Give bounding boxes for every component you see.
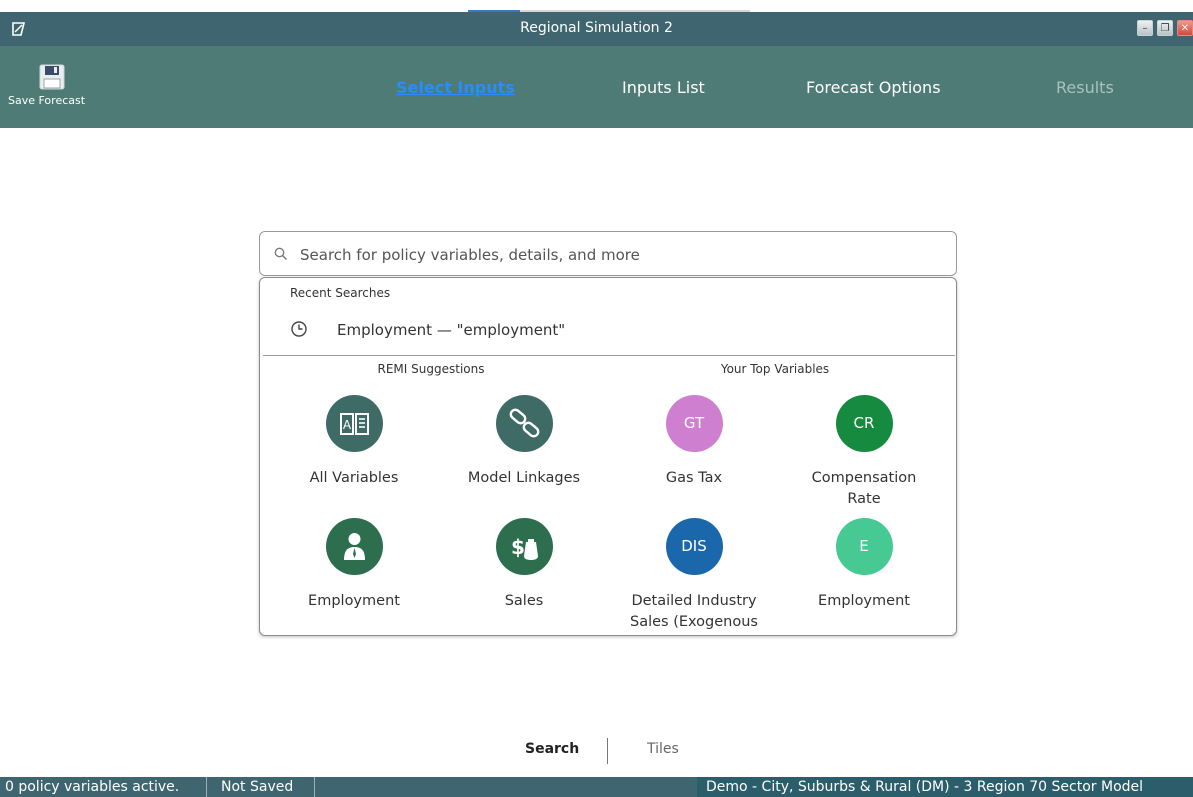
tab-results[interactable]: Results (1056, 78, 1114, 97)
recent-search-text: Employment — "employment" (337, 321, 566, 339)
active-variables-status: 0 policy variables active. (5, 779, 180, 795)
top-variables-heading: Your Top Variables (720, 362, 830, 376)
clock-icon (291, 321, 307, 337)
save-forecast-button[interactable]: Save Forecast (8, 64, 103, 107)
tile-label: Employment (818, 593, 910, 609)
restore-button[interactable]: ❐ (1157, 20, 1173, 36)
dropdown-divider (263, 355, 955, 356)
model-status: Demo - City, Suburbs & Rural (DM) - 3 Re… (697, 777, 1193, 797)
save-forecast-label: Save Forecast (8, 94, 86, 107)
tile-label: Employment (308, 593, 400, 609)
employment-badge: E (835, 518, 893, 575)
tile-label: Sales (504, 593, 544, 609)
tab-search[interactable]: Search (525, 741, 579, 757)
link-icon (495, 395, 553, 452)
tile-employment-variable[interactable]: E Employment (784, 518, 944, 612)
save-status: Not Saved (221, 779, 294, 795)
compensation-rate-badge: CR (835, 395, 893, 452)
search-dropdown: Recent Searches Employment — "employment… (259, 277, 957, 636)
search-icon (274, 247, 287, 260)
money-bag-icon: $ (495, 518, 553, 575)
tile-label: Gas Tax (665, 470, 723, 486)
minimize-button[interactable]: – (1137, 20, 1153, 36)
tab-forecast-options[interactable]: Forecast Options (806, 78, 941, 97)
top-strip (0, 0, 1193, 12)
close-button[interactable]: ✕ (1177, 20, 1193, 36)
employee-icon (325, 518, 383, 575)
tile-detailed-industry-sales[interactable]: DIS Detailed Industry Sales (Exogenous (614, 518, 774, 633)
tile-employment-suggestion[interactable]: Employment (274, 518, 434, 612)
recent-searches-heading: Recent Searches (290, 286, 391, 300)
tab-select-inputs[interactable]: Select Inputs (396, 78, 515, 97)
status-bar: 0 policy variables active. Not Saved Dem… (0, 777, 1193, 797)
view-tabs-separator (607, 738, 608, 764)
main-toolbar: Save Forecast Select Inputs Inputs List … (0, 46, 1193, 128)
tile-model-linkages[interactable]: Model Linkages (444, 395, 604, 489)
tile-label: Model Linkages (467, 470, 581, 486)
tile-label: Compensation Rate (811, 470, 917, 507)
detailed-industry-sales-badge: DIS (665, 518, 723, 575)
tile-all-variables[interactable]: A All Variables (274, 395, 434, 489)
tab-tiles[interactable]: Tiles (647, 741, 679, 757)
floppy-disk-icon (39, 64, 65, 90)
search-input[interactable] (298, 242, 942, 268)
window-title: Regional Simulation 2 (520, 20, 673, 36)
status-separator (314, 777, 315, 797)
title-bar: Regional Simulation 2 – ❐ ✕ (0, 12, 1193, 46)
svg-text:A: A (342, 418, 351, 432)
tile-label: All Variables (309, 470, 399, 486)
tile-sales[interactable]: $ Sales (444, 518, 604, 612)
tile-label: Detailed Industry Sales (Exogenous (630, 593, 758, 630)
gas-tax-badge: GT (665, 395, 723, 452)
svg-text:$: $ (511, 535, 525, 559)
status-separator (206, 777, 207, 797)
view-tabs: Search Tiles (0, 738, 1193, 764)
search-box[interactable] (259, 231, 957, 276)
tab-inputs-list[interactable]: Inputs List (622, 78, 705, 97)
tile-gas-tax[interactable]: GT Gas Tax (614, 395, 774, 489)
book-icon: A (325, 395, 383, 452)
remi-suggestions-heading: REMI Suggestions (377, 362, 485, 376)
tile-compensation-rate[interactable]: CR Compensation Rate (784, 395, 944, 510)
